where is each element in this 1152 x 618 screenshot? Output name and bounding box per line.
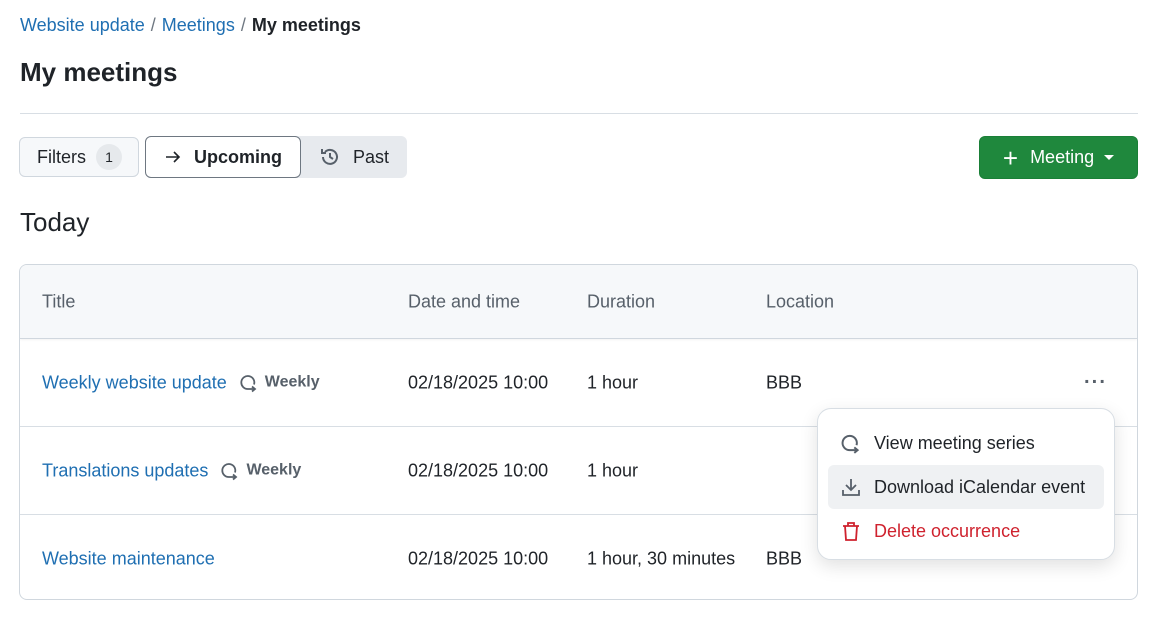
row-actions-menu: View meeting series Download iCalendar e… — [817, 408, 1115, 560]
meeting-title-link[interactable]: Website maintenance — [42, 548, 215, 569]
header-datetime: Date and time — [408, 291, 521, 311]
new-meeting-button[interactable]: + Meeting — [979, 136, 1138, 179]
meeting-datetime: 02/18/2025 10:00 — [408, 372, 549, 392]
header-location: Location — [766, 291, 835, 311]
tab-past[interactable]: Past — [301, 136, 407, 178]
table-header: Title Date and time Duration Location — [20, 265, 1137, 339]
breadcrumb-separator: / — [150, 15, 156, 35]
meeting-title-link[interactable]: Weekly website update — [42, 372, 227, 393]
toolbar: Filters 1 Upcoming Past — [19, 136, 408, 178]
meeting-duration: 1 hour — [587, 372, 639, 392]
section-title: Today — [20, 207, 90, 237]
meeting-datetime: 02/18/2025 10:00 — [408, 460, 549, 480]
menu-item-delete-occurrence[interactable]: Delete occurrence — [828, 509, 1104, 553]
page-title: My meetings — [20, 57, 178, 87]
more-actions-button[interactable]: ··· — [1084, 371, 1107, 394]
tab-upcoming-label: Upcoming — [194, 146, 282, 167]
recurrence-badge: Weekly — [220, 461, 301, 481]
meeting-location: BBB — [766, 372, 803, 392]
recurring-icon — [841, 434, 860, 454]
tab-upcoming[interactable]: Upcoming — [145, 136, 301, 178]
tab-past-label: Past — [353, 146, 390, 167]
filters-label: Filters — [37, 146, 86, 167]
breadcrumb-project[interactable]: Website update — [20, 15, 145, 35]
caret-down-icon — [1104, 155, 1115, 160]
meeting-location: BBB — [766, 548, 803, 568]
arrow-right-icon — [166, 151, 181, 163]
breadcrumb-current: My meetings — [251, 15, 361, 35]
meeting-duration: 1 hour — [587, 460, 639, 480]
download-icon — [842, 479, 860, 496]
breadcrumb-separator: / — [240, 15, 246, 35]
new-meeting-label: Meeting — [1030, 147, 1095, 167]
header-title: Title — [42, 291, 76, 311]
trash-icon — [843, 522, 859, 541]
recurrence-badge: Weekly — [239, 373, 320, 393]
filters-count-badge: 1 — [96, 144, 122, 170]
recurring-icon — [240, 375, 257, 393]
meeting-duration: 1 hour, 30 minutes — [587, 548, 736, 568]
menu-item-view-series[interactable]: View meeting series — [828, 421, 1104, 465]
filters-button[interactable]: Filters 1 — [19, 137, 139, 177]
menu-item-download-ical[interactable]: Download iCalendar event — [828, 465, 1104, 509]
history-icon — [321, 148, 338, 165]
meeting-title-link[interactable]: Translations updates — [42, 460, 208, 481]
time-segmented-control: Upcoming Past — [145, 136, 408, 178]
breadcrumb-meetings[interactable]: Meetings — [162, 15, 235, 35]
recurring-icon — [221, 463, 238, 481]
header-duration: Duration — [587, 291, 656, 311]
divider — [20, 113, 1138, 114]
meeting-datetime: 02/18/2025 10:00 — [408, 548, 549, 568]
plus-icon: + — [1002, 142, 1019, 173]
breadcrumb: Website update / Meetings / My meetings — [20, 15, 361, 36]
